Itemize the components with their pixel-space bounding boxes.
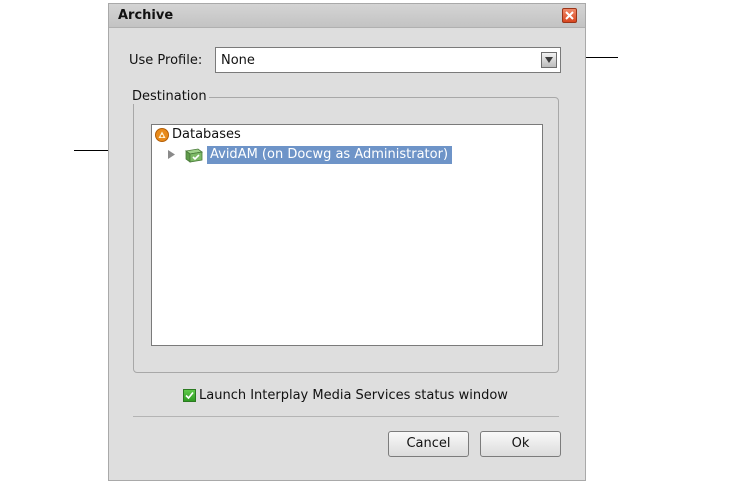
cancel-button[interactable]: Cancel <box>388 431 469 457</box>
use-profile-value: None <box>221 53 255 68</box>
server-icon <box>185 148 203 163</box>
launch-status-label: Launch Interplay Media Services status w… <box>199 388 508 403</box>
ok-button[interactable]: Ok <box>480 431 561 457</box>
destination-group-label: Destination <box>130 89 209 104</box>
profile-dropdown-button[interactable] <box>541 52 557 68</box>
launch-status-checkbox[interactable] <box>183 389 196 402</box>
expand-triangle-icon[interactable] <box>168 150 175 159</box>
tree-child-label: AvidAM (on Docwg as Administrator) <box>207 146 453 164</box>
title-bar: Archive <box>109 4 585 28</box>
checkmark-icon <box>185 391 194 400</box>
database-icon <box>155 128 169 142</box>
archive-dialog: Archive Use Profile: None Destination Da… <box>108 3 586 481</box>
destination-tree[interactable]: Databases AvidAM (on Docwg as Administra… <box>151 124 543 346</box>
use-profile-label: Use Profile: <box>129 53 203 68</box>
dialog-title: Archive <box>118 8 174 23</box>
separator <box>133 416 559 417</box>
close-button[interactable] <box>562 8 577 23</box>
chevron-down-icon <box>545 57 553 63</box>
close-icon <box>565 11 574 20</box>
use-profile-select[interactable]: None <box>215 47 561 73</box>
tree-root-label: Databases <box>172 127 241 142</box>
